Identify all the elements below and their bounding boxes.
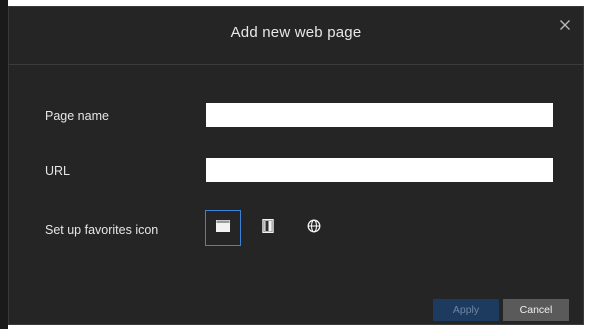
page-name-input[interactable]	[206, 103, 553, 127]
favicon-label: Set up favorites icon	[45, 223, 159, 237]
url-input[interactable]	[206, 158, 553, 182]
globe-icon	[307, 219, 321, 238]
cancel-button[interactable]: Cancel	[503, 299, 569, 321]
favicon-option-browser[interactable]	[205, 210, 241, 246]
dialog-title: Add new web page	[230, 24, 362, 41]
close-icon[interactable]	[557, 17, 573, 33]
favicon-option-door[interactable]	[250, 210, 286, 246]
browser-window-icon	[216, 219, 230, 237]
background-panel-edge	[0, 0, 8, 329]
screen: Add new web page Page name URL Set up fa…	[0, 0, 592, 329]
apply-button[interactable]: Apply	[433, 299, 499, 321]
dialog-header: Add new web page	[9, 7, 583, 65]
favicon-option-globe[interactable]	[296, 210, 332, 246]
add-web-page-dialog: Add new web page Page name URL Set up fa…	[8, 6, 584, 325]
page-name-label: Page name	[45, 109, 109, 123]
url-label: URL	[45, 164, 71, 178]
door-icon	[262, 218, 274, 238]
